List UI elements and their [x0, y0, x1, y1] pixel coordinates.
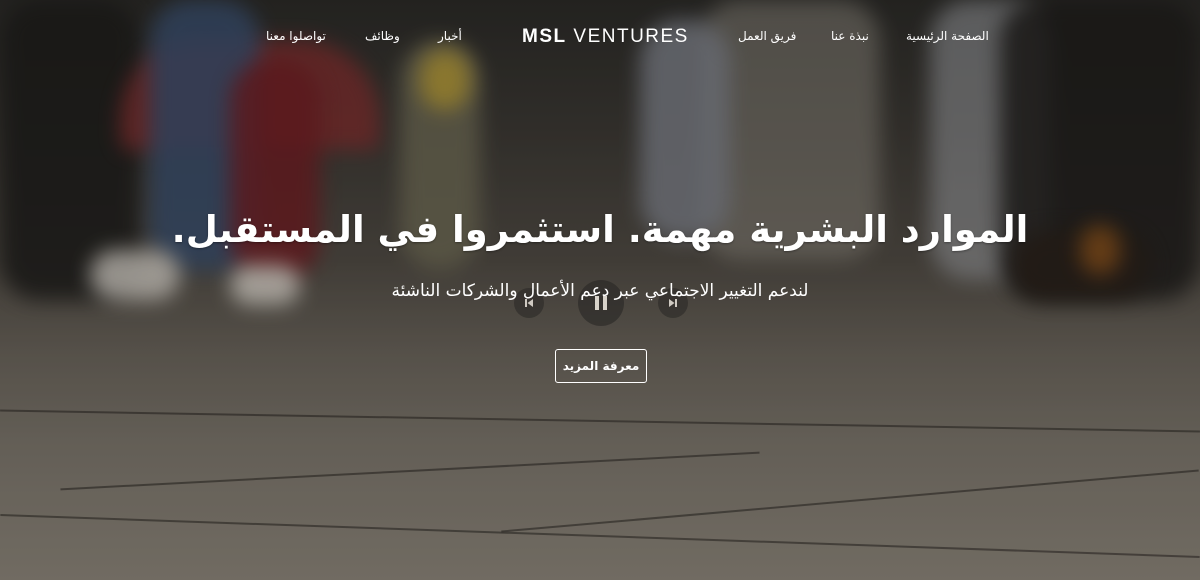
- nav-about-link[interactable]: نبذة عنا: [831, 29, 869, 43]
- nav-jobs-link[interactable]: وظائف: [365, 29, 400, 43]
- hero-subheadline: لندعم التغيير الاجتماعي عبر دعم الأعمال …: [391, 281, 809, 301]
- logo-bold-text: MSL: [522, 26, 567, 47]
- hero-headline: الموارد البشرية مهمة. استثمروا في المستق…: [171, 208, 1029, 251]
- top-navigation: الصفحة الرئيسية نبذة عنا فريق العمل MSL …: [0, 0, 1200, 74]
- nav-contact-link[interactable]: تواصلوا معنا: [266, 29, 326, 43]
- brand-logo[interactable]: MSL VENTURES: [522, 26, 689, 48]
- logo-text: VENTURES: [573, 26, 689, 47]
- nav-news-link[interactable]: أخبار: [438, 29, 462, 43]
- hero-section: الصفحة الرئيسية نبذة عنا فريق العمل MSL …: [0, 0, 1200, 580]
- learn-more-button[interactable]: معرفة المزيد: [555, 349, 647, 383]
- nav-home-link[interactable]: الصفحة الرئيسية: [906, 29, 989, 43]
- nav-team-link[interactable]: فريق العمل: [738, 29, 796, 43]
